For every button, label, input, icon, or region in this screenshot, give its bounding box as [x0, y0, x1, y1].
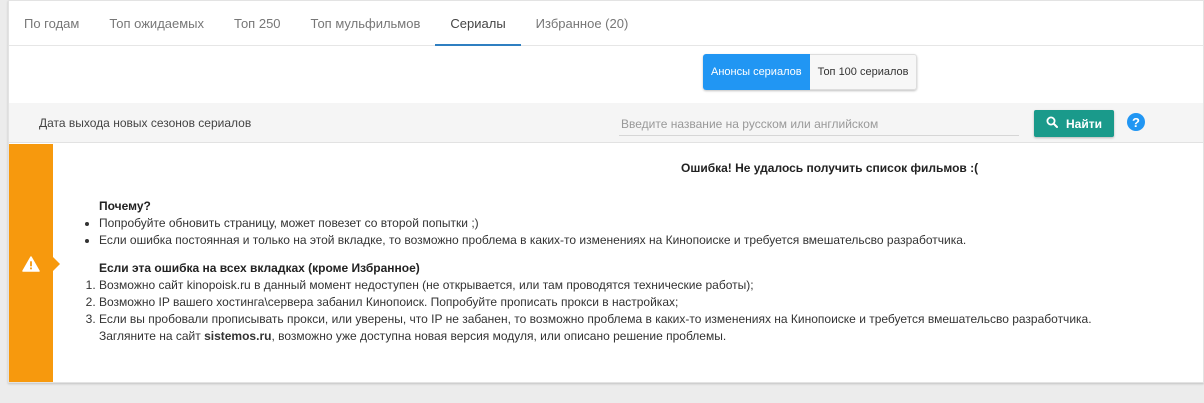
series-view-toggle: Анонсы сериалов Топ 100 сериалов — [703, 54, 918, 90]
footer-text: Загляните на сайт — [99, 329, 205, 343]
list-item: Возможно сайт kinopoisk.ru в данный моме… — [99, 277, 1092, 294]
alert-body: Почему? Попробуйте обновить страницу, мо… — [75, 198, 1092, 345]
footer-text: , возможно уже доступна новая версия мод… — [271, 329, 727, 343]
tab-favorites[interactable]: Избранное (20) — [521, 1, 644, 45]
tab-bar: По годам Топ ожидаемых Топ 250 Топ мульф… — [9, 1, 1203, 46]
series-announces-button[interactable]: Анонсы сериалов — [703, 54, 810, 90]
tab-label: По годам — [24, 15, 80, 31]
search-bar: Дата выхода новых сезонов сериалов Найти… — [9, 103, 1203, 143]
section-label: Дата выхода новых сезонов сериалов — [39, 116, 252, 130]
list-item: Попробуйте обновить страницу, может пове… — [99, 215, 1092, 232]
tab-series[interactable]: Сериалы — [435, 1, 521, 46]
tab-by-years[interactable]: По годам — [9, 1, 94, 45]
list-item: Если вы пробовали прописывать прокси, ил… — [99, 311, 1092, 345]
tab-label: Сериалы — [450, 15, 506, 31]
list-item: Если ошибка постоянная и только на этой … — [99, 232, 1092, 249]
alert-title: Ошибка! Не удалось получить список фильм… — [681, 161, 979, 175]
question-icon[interactable]: ? — [1127, 113, 1145, 131]
all-tabs-heading: Если эта ошибка на всех вкладках (кроме … — [99, 261, 420, 275]
why-heading: Почему? — [99, 199, 151, 213]
list-item-text: Если вы пробовали прописывать прокси, ил… — [99, 312, 1092, 326]
why-list: Попробуйте обновить страницу, может пове… — [99, 215, 1092, 249]
list-item: Возможно IP вашего хостинга\сервера заба… — [99, 294, 1092, 311]
search-input[interactable] — [619, 112, 1019, 136]
tab-label: Топ мульфильмов — [310, 15, 421, 31]
movies-module-panel: По годам Топ ожидаемых Топ 250 Топ мульф… — [8, 0, 1204, 383]
search-icon — [1046, 116, 1058, 131]
top-100-series-button[interactable]: Топ 100 сериалов — [809, 54, 918, 90]
tab-label: Избранное (20) — [535, 15, 629, 31]
find-button-label: Найти — [1066, 116, 1102, 131]
warning-icon — [22, 256, 40, 277]
error-alert: Ошибка! Не удалось получить список фильм… — [9, 144, 1203, 382]
tab-label: Топ 250 — [234, 15, 281, 31]
tab-label: Топ ожидаемых — [109, 15, 205, 31]
sistemos-link[interactable]: sistemos.ru — [204, 329, 271, 343]
tab-top-cartoons[interactable]: Топ мульфильмов — [296, 1, 436, 45]
tab-top-250[interactable]: Топ 250 — [219, 1, 296, 45]
tab-top-expected[interactable]: Топ ожидаемых — [94, 1, 219, 45]
find-button[interactable]: Найти — [1034, 110, 1114, 137]
all-tabs-list: Возможно сайт kinopoisk.ru в данный моме… — [99, 277, 1092, 345]
